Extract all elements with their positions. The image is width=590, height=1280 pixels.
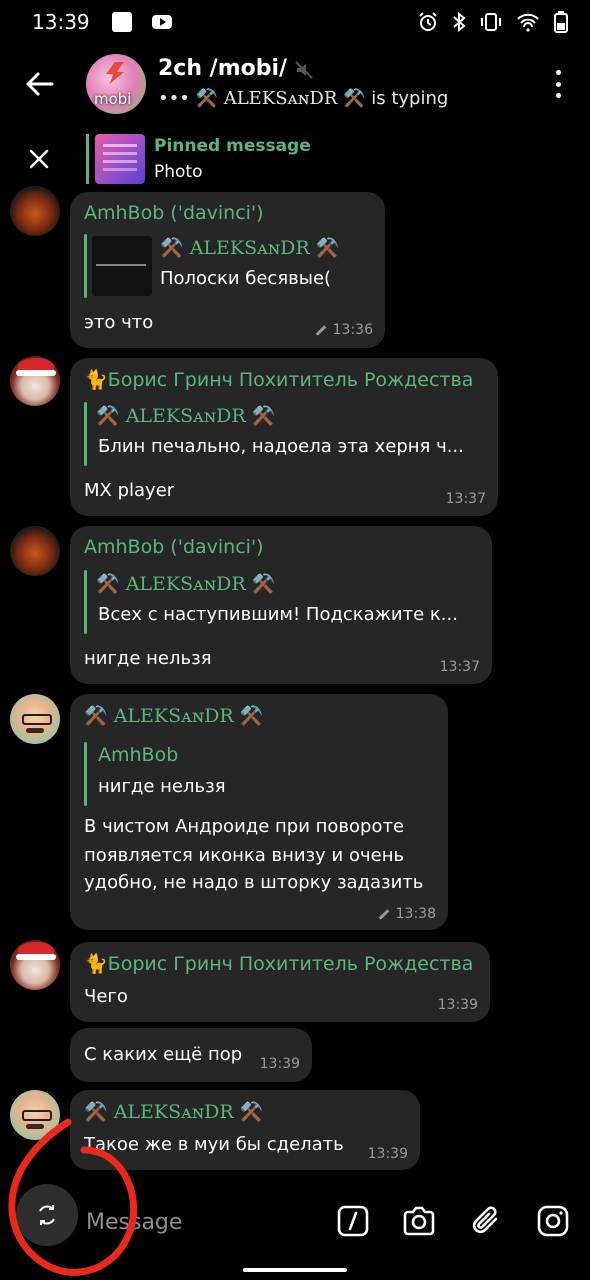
avatar[interactable] xyxy=(10,940,60,990)
avatar[interactable] xyxy=(10,526,60,576)
message-time: 13:38 xyxy=(378,906,436,922)
back-arrow-icon[interactable] xyxy=(24,68,56,100)
pinned-title: Pinned message xyxy=(154,136,311,156)
alarm-icon xyxy=(419,12,437,31)
typing-dots: ••• xyxy=(158,88,190,109)
sender-name[interactable]: 🐈Борис Гринч Похититель Рождества xyxy=(84,368,473,391)
message-bubble[interactable]: ⚒️ ALEKSᴀɴDR ⚒️ AmhBob нигде нельзя В чи… xyxy=(70,694,448,930)
message-bubble[interactable]: ⚒️ ALEKSᴀɴDR ⚒️ Такое же в муи бы сделат… xyxy=(70,1090,420,1170)
status-right-icons xyxy=(418,11,568,33)
message-bubble[interactable]: 🐈Борис Гринч Похититель Рождества Чего 1… xyxy=(70,942,490,1022)
message-time: 13:39 xyxy=(367,1146,408,1162)
close-icon[interactable] xyxy=(28,148,50,170)
avatar[interactable] xyxy=(10,356,60,406)
pinned-message-bar[interactable]: Pinned message Photo xyxy=(0,126,590,192)
message-time: 13:39 xyxy=(437,997,478,1013)
message-composer xyxy=(0,1180,590,1266)
youtube-icon xyxy=(151,15,172,29)
lightning-icon xyxy=(106,62,124,84)
reply-sender: ⚒️ ALEKSᴀɴDR ⚒️ xyxy=(160,237,340,259)
reply-preview[interactable]: ⚒️ ALEKSᴀɴDR ⚒️ Полоски бесявые( xyxy=(84,234,374,298)
reply-text: Блин печально, надоела эта херня ч... xyxy=(98,436,464,457)
vibrate-icon xyxy=(481,13,501,31)
reply-preview[interactable]: ⚒️ ALEKSᴀɴDR ⚒️ Всех с наступившим! Подс… xyxy=(84,570,480,634)
sender-name[interactable]: 🐈Борис Гринч Похититель Рождества xyxy=(84,952,473,975)
bluetooth-icon xyxy=(453,12,466,32)
pinned-photo-thumbnail xyxy=(95,134,145,184)
avatar[interactable] xyxy=(10,186,60,236)
edit-icon xyxy=(378,908,389,920)
group-avatar[interactable]: mobi xyxy=(86,54,146,114)
instagram-icon[interactable] xyxy=(536,1204,570,1238)
avatar-label: mobi xyxy=(94,90,132,108)
status-bar: 13:39 xyxy=(0,0,590,44)
message-time: 13:37 xyxy=(439,659,480,675)
sender-name[interactable]: ⚒️ ALEKSᴀɴDR ⚒️ xyxy=(84,704,263,727)
message-time: 13:37 xyxy=(445,491,486,507)
pinned-accent-bar xyxy=(86,134,89,184)
camera-icon[interactable] xyxy=(402,1204,436,1238)
message-input[interactable] xyxy=(86,1202,306,1242)
sender-name[interactable]: ⚒️ ALEKSᴀɴDR ⚒️ xyxy=(84,1100,263,1123)
reply-preview[interactable]: AmhBob нигде нельзя xyxy=(84,742,434,806)
message-time: 13:39 xyxy=(259,1056,300,1072)
typing-indicator: ••• ⚒️ ALEKSᴀɴDR ⚒️ is typing xyxy=(158,88,448,109)
mute-icon xyxy=(295,61,313,79)
notification-square-icon xyxy=(111,12,132,32)
pinned-text: Photo xyxy=(154,162,203,182)
message-text: С каких ещё пор xyxy=(84,1044,243,1065)
reply-text: нигде нельзя xyxy=(98,776,226,797)
message-bubble[interactable]: С каких ещё пор 13:39 xyxy=(70,1028,312,1082)
typing-user: ⚒️ ALEKSᴀɴDR ⚒️ xyxy=(195,88,366,109)
avatar[interactable] xyxy=(10,1090,60,1140)
avatar[interactable] xyxy=(10,694,60,744)
more-menu-icon[interactable] xyxy=(554,70,562,98)
message-bubble[interactable]: AmhBob ('davinci') ⚒️ ALEKSᴀɴDR ⚒️ Всех … xyxy=(70,526,492,684)
reply-sender: ⚒️ ALEKSᴀɴDR ⚒️ xyxy=(96,573,276,595)
message-bubble[interactable]: 🐈Борис Гринч Похититель Рождества ⚒️ ALE… xyxy=(70,358,498,516)
typing-suffix: is typing xyxy=(371,88,449,109)
attach-icon[interactable] xyxy=(470,1204,504,1238)
home-indicator[interactable] xyxy=(243,1268,347,1272)
rotate-icon xyxy=(39,1205,55,1225)
reply-preview[interactable]: ⚒️ ALEKSᴀɴDR ⚒️ Блин печально, надоела э… xyxy=(84,402,484,466)
sender-name[interactable]: AmhBob ('davinci') xyxy=(84,202,264,224)
message-text: Такое же в муи бы сделать xyxy=(84,1134,344,1155)
status-time: 13:39 xyxy=(32,10,90,34)
message-text: MX player xyxy=(84,480,175,501)
reply-text: Всех с наступившим! Подскажите к... xyxy=(98,604,458,625)
message-time: 13:36 xyxy=(315,322,373,338)
chat-header: mobi 2ch /mobi/ ••• ⚒️ ALEKSᴀɴDR ⚒️ is t… xyxy=(0,44,590,124)
message-bubble[interactable]: AmhBob ('davinci') ⚒️ ALEKSᴀɴDR ⚒️ Полос… xyxy=(70,192,385,348)
edit-icon xyxy=(315,324,326,336)
reply-sender: ⚒️ ALEKSᴀɴDR ⚒️ xyxy=(96,405,276,427)
reply-sender: AmhBob xyxy=(98,744,179,766)
reply-text: Полоски бесявые( xyxy=(160,268,332,289)
message-text: нигде нельзя xyxy=(84,648,212,669)
rotate-button[interactable] xyxy=(16,1184,78,1246)
message-text-line: появляется иконка внизу и очень xyxy=(84,845,405,866)
reply-thumbnail xyxy=(92,236,152,296)
message-text: это что xyxy=(84,312,154,333)
message-text-line: удобно, не надо в шторку задазить xyxy=(84,872,424,893)
wifi-icon xyxy=(517,13,539,32)
battery-icon xyxy=(554,11,568,33)
sender-name[interactable]: AmhBob ('davinci') xyxy=(84,536,264,558)
chat-title[interactable]: 2ch /mobi/ xyxy=(158,56,287,81)
message-text: Чего xyxy=(84,986,128,1007)
message-text-line: В чистом Андроиде при повороте xyxy=(84,816,405,837)
command-icon[interactable] xyxy=(336,1204,370,1238)
